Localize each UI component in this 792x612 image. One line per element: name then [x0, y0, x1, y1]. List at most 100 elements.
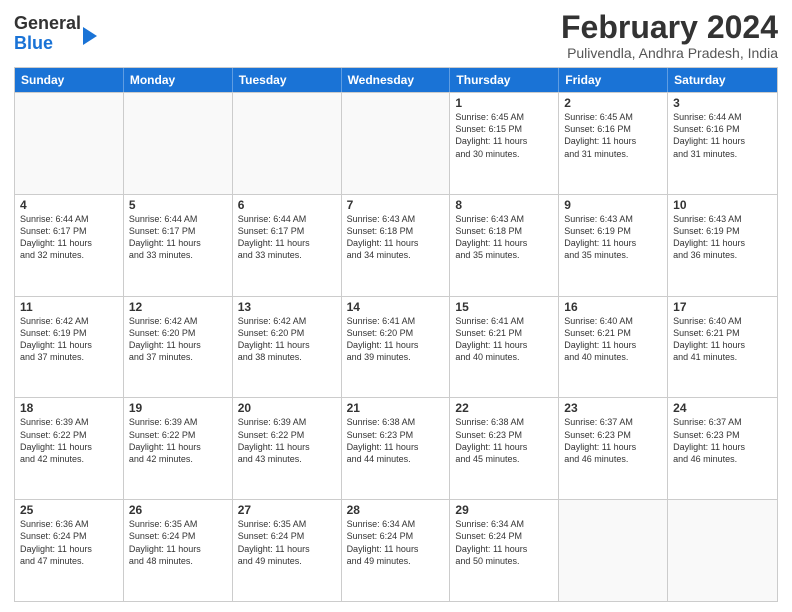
calendar-cell: 26Sunrise: 6:35 AM Sunset: 6:24 PM Dayli… [124, 500, 233, 601]
calendar-cell: 1Sunrise: 6:45 AM Sunset: 6:15 PM Daylig… [450, 93, 559, 194]
day-number: 18 [20, 401, 118, 415]
cell-info: Sunrise: 6:36 AM Sunset: 6:24 PM Dayligh… [20, 518, 118, 567]
day-number: 24 [673, 401, 772, 415]
day-number: 11 [20, 300, 118, 314]
cell-info: Sunrise: 6:34 AM Sunset: 6:24 PM Dayligh… [347, 518, 445, 567]
day-number: 8 [455, 198, 553, 212]
day-number: 19 [129, 401, 227, 415]
calendar-row-0: 1Sunrise: 6:45 AM Sunset: 6:15 PM Daylig… [15, 92, 777, 194]
header-day-saturday: Saturday [668, 68, 777, 92]
calendar-cell: 28Sunrise: 6:34 AM Sunset: 6:24 PM Dayli… [342, 500, 451, 601]
header-day-wednesday: Wednesday [342, 68, 451, 92]
header: General Blue February 2024 Pulivendla, A… [14, 10, 778, 61]
day-number: 27 [238, 503, 336, 517]
calendar-header: SundayMondayTuesdayWednesdayThursdayFrid… [15, 68, 777, 92]
logo-arrow-icon [83, 27, 97, 45]
calendar-row-2: 11Sunrise: 6:42 AM Sunset: 6:19 PM Dayli… [15, 296, 777, 398]
cell-info: Sunrise: 6:40 AM Sunset: 6:21 PM Dayligh… [564, 315, 662, 364]
calendar-cell: 16Sunrise: 6:40 AM Sunset: 6:21 PM Dayli… [559, 297, 668, 398]
calendar-cell: 29Sunrise: 6:34 AM Sunset: 6:24 PM Dayli… [450, 500, 559, 601]
calendar-cell [668, 500, 777, 601]
cell-info: Sunrise: 6:38 AM Sunset: 6:23 PM Dayligh… [455, 416, 553, 465]
calendar-cell: 9Sunrise: 6:43 AM Sunset: 6:19 PM Daylig… [559, 195, 668, 296]
header-day-tuesday: Tuesday [233, 68, 342, 92]
cell-info: Sunrise: 6:41 AM Sunset: 6:21 PM Dayligh… [455, 315, 553, 364]
day-number: 4 [20, 198, 118, 212]
cell-info: Sunrise: 6:39 AM Sunset: 6:22 PM Dayligh… [129, 416, 227, 465]
calendar-cell: 11Sunrise: 6:42 AM Sunset: 6:19 PM Dayli… [15, 297, 124, 398]
cell-info: Sunrise: 6:42 AM Sunset: 6:20 PM Dayligh… [129, 315, 227, 364]
day-number: 10 [673, 198, 772, 212]
cell-info: Sunrise: 6:43 AM Sunset: 6:19 PM Dayligh… [564, 213, 662, 262]
subtitle: Pulivendla, Andhra Pradesh, India [561, 45, 778, 61]
calendar-cell: 15Sunrise: 6:41 AM Sunset: 6:21 PM Dayli… [450, 297, 559, 398]
day-number: 23 [564, 401, 662, 415]
day-number: 26 [129, 503, 227, 517]
calendar-cell [233, 93, 342, 194]
calendar-cell [342, 93, 451, 194]
calendar-row-4: 25Sunrise: 6:36 AM Sunset: 6:24 PM Dayli… [15, 499, 777, 601]
cell-info: Sunrise: 6:35 AM Sunset: 6:24 PM Dayligh… [238, 518, 336, 567]
main-title: February 2024 [561, 10, 778, 45]
calendar-cell: 3Sunrise: 6:44 AM Sunset: 6:16 PM Daylig… [668, 93, 777, 194]
day-number: 14 [347, 300, 445, 314]
day-number: 2 [564, 96, 662, 110]
header-day-friday: Friday [559, 68, 668, 92]
day-number: 29 [455, 503, 553, 517]
calendar-cell: 13Sunrise: 6:42 AM Sunset: 6:20 PM Dayli… [233, 297, 342, 398]
calendar-cell: 5Sunrise: 6:44 AM Sunset: 6:17 PM Daylig… [124, 195, 233, 296]
day-number: 28 [347, 503, 445, 517]
day-number: 7 [347, 198, 445, 212]
calendar-body: 1Sunrise: 6:45 AM Sunset: 6:15 PM Daylig… [15, 92, 777, 601]
day-number: 12 [129, 300, 227, 314]
day-number: 17 [673, 300, 772, 314]
calendar-cell [124, 93, 233, 194]
cell-info: Sunrise: 6:45 AM Sunset: 6:15 PM Dayligh… [455, 111, 553, 160]
cell-info: Sunrise: 6:41 AM Sunset: 6:20 PM Dayligh… [347, 315, 445, 364]
logo: General Blue [14, 14, 97, 54]
cell-info: Sunrise: 6:44 AM Sunset: 6:17 PM Dayligh… [129, 213, 227, 262]
cell-info: Sunrise: 6:43 AM Sunset: 6:18 PM Dayligh… [455, 213, 553, 262]
calendar-cell: 12Sunrise: 6:42 AM Sunset: 6:20 PM Dayli… [124, 297, 233, 398]
day-number: 6 [238, 198, 336, 212]
calendar-cell: 27Sunrise: 6:35 AM Sunset: 6:24 PM Dayli… [233, 500, 342, 601]
cell-info: Sunrise: 6:34 AM Sunset: 6:24 PM Dayligh… [455, 518, 553, 567]
cell-info: Sunrise: 6:43 AM Sunset: 6:18 PM Dayligh… [347, 213, 445, 262]
day-number: 9 [564, 198, 662, 212]
cell-info: Sunrise: 6:40 AM Sunset: 6:21 PM Dayligh… [673, 315, 772, 364]
calendar-cell: 20Sunrise: 6:39 AM Sunset: 6:22 PM Dayli… [233, 398, 342, 499]
day-number: 22 [455, 401, 553, 415]
day-number: 13 [238, 300, 336, 314]
calendar-cell: 24Sunrise: 6:37 AM Sunset: 6:23 PM Dayli… [668, 398, 777, 499]
calendar-row-3: 18Sunrise: 6:39 AM Sunset: 6:22 PM Dayli… [15, 397, 777, 499]
day-number: 25 [20, 503, 118, 517]
calendar: SundayMondayTuesdayWednesdayThursdayFrid… [14, 67, 778, 602]
calendar-cell: 8Sunrise: 6:43 AM Sunset: 6:18 PM Daylig… [450, 195, 559, 296]
calendar-cell [559, 500, 668, 601]
calendar-cell: 7Sunrise: 6:43 AM Sunset: 6:18 PM Daylig… [342, 195, 451, 296]
calendar-row-1: 4Sunrise: 6:44 AM Sunset: 6:17 PM Daylig… [15, 194, 777, 296]
header-day-sunday: Sunday [15, 68, 124, 92]
day-number: 3 [673, 96, 772, 110]
page: General Blue February 2024 Pulivendla, A… [0, 0, 792, 612]
calendar-cell: 2Sunrise: 6:45 AM Sunset: 6:16 PM Daylig… [559, 93, 668, 194]
calendar-cell: 17Sunrise: 6:40 AM Sunset: 6:21 PM Dayli… [668, 297, 777, 398]
day-number: 5 [129, 198, 227, 212]
cell-info: Sunrise: 6:39 AM Sunset: 6:22 PM Dayligh… [20, 416, 118, 465]
logo-text: General Blue [14, 14, 81, 54]
cell-info: Sunrise: 6:45 AM Sunset: 6:16 PM Dayligh… [564, 111, 662, 160]
cell-info: Sunrise: 6:42 AM Sunset: 6:19 PM Dayligh… [20, 315, 118, 364]
cell-info: Sunrise: 6:44 AM Sunset: 6:16 PM Dayligh… [673, 111, 772, 160]
title-block: February 2024 Pulivendla, Andhra Pradesh… [561, 10, 778, 61]
calendar-cell: 6Sunrise: 6:44 AM Sunset: 6:17 PM Daylig… [233, 195, 342, 296]
cell-info: Sunrise: 6:42 AM Sunset: 6:20 PM Dayligh… [238, 315, 336, 364]
day-number: 16 [564, 300, 662, 314]
calendar-cell: 10Sunrise: 6:43 AM Sunset: 6:19 PM Dayli… [668, 195, 777, 296]
day-number: 20 [238, 401, 336, 415]
calendar-cell: 21Sunrise: 6:38 AM Sunset: 6:23 PM Dayli… [342, 398, 451, 499]
calendar-cell: 23Sunrise: 6:37 AM Sunset: 6:23 PM Dayli… [559, 398, 668, 499]
day-number: 1 [455, 96, 553, 110]
cell-info: Sunrise: 6:38 AM Sunset: 6:23 PM Dayligh… [347, 416, 445, 465]
cell-info: Sunrise: 6:44 AM Sunset: 6:17 PM Dayligh… [20, 213, 118, 262]
calendar-cell: 19Sunrise: 6:39 AM Sunset: 6:22 PM Dayli… [124, 398, 233, 499]
